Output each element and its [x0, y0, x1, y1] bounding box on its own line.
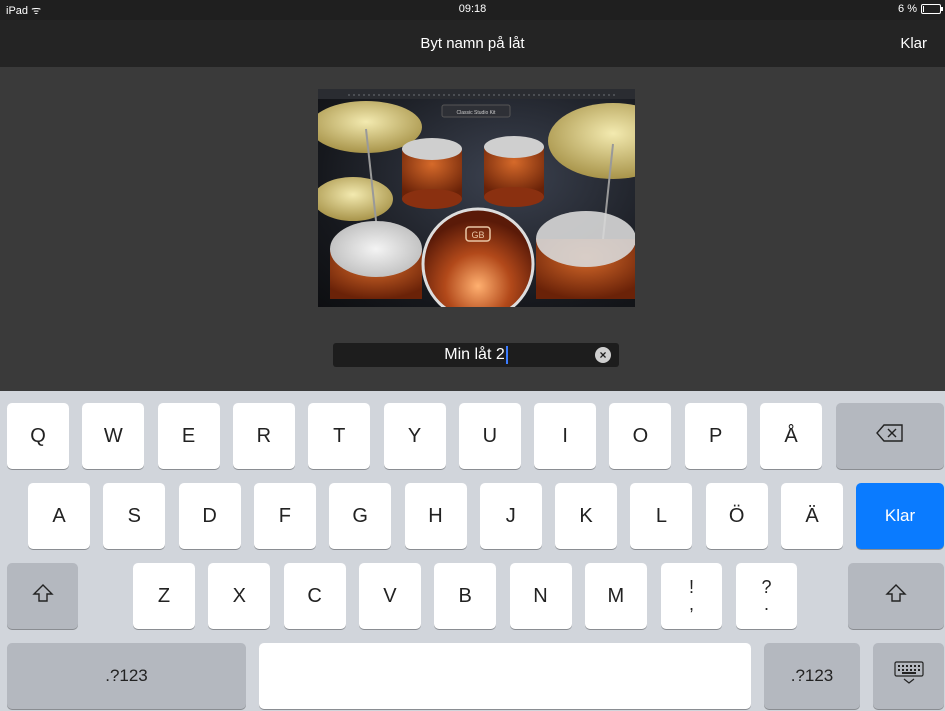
key-h[interactable]: H — [404, 483, 467, 549]
song-name-value: Min låt 2 — [444, 346, 505, 363]
key-t[interactable]: T — [308, 403, 371, 469]
shift-right-key[interactable] — [848, 563, 944, 629]
numbers-key-left[interactable]: .?123 — [7, 643, 246, 709]
key-k[interactable]: K — [555, 483, 618, 549]
backspace-icon — [875, 423, 905, 449]
key-e[interactable]: E — [157, 403, 220, 469]
key-f[interactable]: F — [253, 483, 316, 549]
nav-bar: Byt namn på låt Klar — [0, 20, 945, 67]
numbers-key-right[interactable]: .?123 — [764, 643, 860, 709]
battery-percent: 6 % — [898, 3, 917, 15]
shift-icon — [31, 582, 54, 610]
key-w[interactable]: W — [82, 403, 145, 469]
key-a[interactable]: A — [28, 483, 90, 549]
key-g[interactable]: G — [329, 483, 392, 549]
clock: 09:18 — [458, 3, 487, 15]
key-d[interactable]: D — [178, 483, 241, 549]
key-z[interactable]: Z — [133, 563, 195, 629]
drum-logo: GB — [471, 230, 484, 240]
key-j[interactable]: J — [479, 483, 542, 549]
key-ä[interactable]: Ä — [781, 483, 843, 549]
key-ö[interactable]: Ö — [705, 483, 768, 549]
song-thumbnail: Classic Studio Kit GB — [318, 89, 635, 307]
drum-kit-image: Classic Studio Kit GB — [318, 89, 635, 307]
shift-left-key[interactable] — [7, 563, 78, 629]
battery-status: 6 % — [898, 3, 943, 15]
key-q[interactable]: Q — [7, 403, 69, 469]
keyboard-dismiss-icon — [892, 660, 926, 692]
key-r[interactable]: R — [232, 403, 295, 469]
key-y[interactable]: Y — [383, 403, 446, 469]
key-o[interactable]: O — [609, 403, 672, 469]
done-button[interactable]: Klar — [900, 35, 927, 52]
space-key[interactable] — [259, 643, 751, 709]
page-title: Byt namn på låt — [420, 35, 525, 52]
battery-icon — [921, 4, 943, 14]
kit-label: Classic Studio Kit — [457, 110, 497, 116]
key-question-period[interactable]: ? . — [736, 563, 797, 629]
key-p[interactable]: P — [684, 403, 747, 469]
key-s[interactable]: S — [103, 483, 166, 549]
key-x[interactable]: X — [208, 563, 271, 629]
key-b[interactable]: B — [434, 563, 497, 629]
key-u[interactable]: U — [458, 403, 521, 469]
key-bottom-char: . — [763, 594, 769, 614]
key-m[interactable]: M — [584, 563, 647, 629]
key-å[interactable]: Å — [760, 403, 822, 469]
status-bar: iPad ᯤ 09:18 6 % — [0, 0, 945, 20]
key-n[interactable]: N — [509, 563, 572, 629]
key-exclaim-comma[interactable]: ! , — [661, 563, 722, 629]
clear-text-icon[interactable]: × — [595, 347, 611, 363]
rename-content: Classic Studio Kit GB Min låt 2 × — [0, 67, 945, 391]
key-i[interactable]: I — [534, 403, 597, 469]
text-caret — [505, 346, 508, 364]
dismiss-keyboard-key[interactable] — [873, 643, 944, 709]
key-l[interactable]: L — [630, 483, 693, 549]
key-v[interactable]: V — [358, 563, 421, 629]
shift-icon — [885, 582, 907, 610]
key-bottom-char: , — [688, 594, 694, 614]
return-key[interactable]: Klar — [856, 483, 944, 549]
onscreen-keyboard: QWERTYUIOPÅ ASDFGHJKLÖÄ Klar ZXCVBNM ! ,… — [0, 391, 945, 711]
key-c[interactable]: C — [283, 563, 346, 629]
song-name-input[interactable]: Min låt 2 × — [333, 343, 619, 367]
backspace-key[interactable] — [836, 403, 944, 469]
